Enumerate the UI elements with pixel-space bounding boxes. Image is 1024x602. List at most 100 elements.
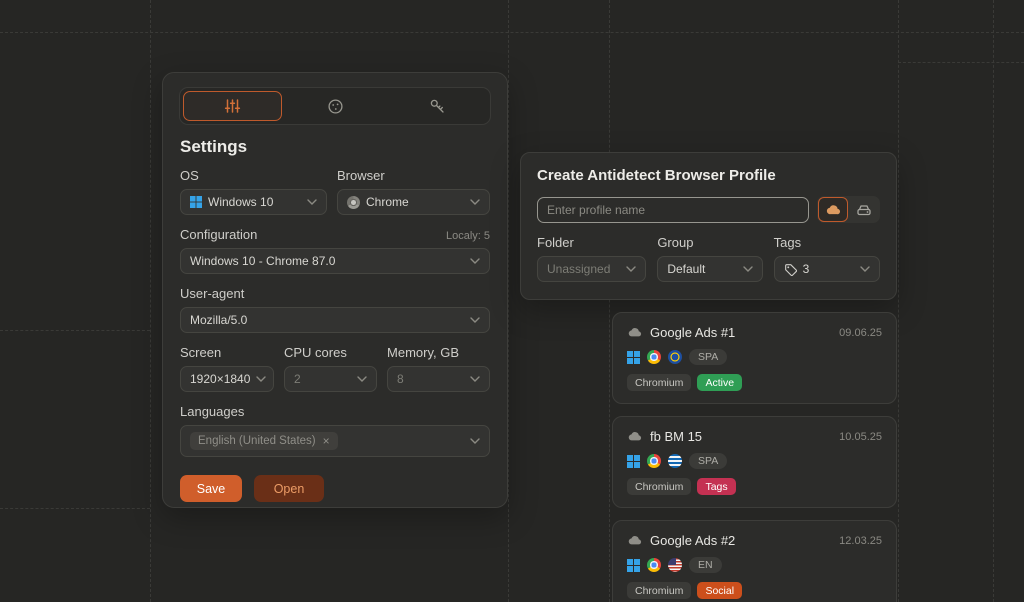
profiles-list: Google Ads #1 09.06.25 SPA ChromiumActiv…: [612, 312, 897, 602]
profile-badges: Chromium Active: [627, 374, 882, 391]
flag-icon: [668, 454, 682, 468]
profile-badges: Chromium Tags: [627, 478, 882, 495]
windows-icon: [627, 351, 640, 364]
tab-fingerprint-key[interactable]: [388, 91, 487, 121]
settings-tabbar: [179, 87, 491, 125]
folder-select[interactable]: Unassigned: [537, 256, 646, 282]
status-badge: Chromium: [627, 478, 691, 495]
settings-panel: Settings OS Windows 10: [162, 72, 508, 508]
windows-icon: [190, 196, 202, 208]
languages-select[interactable]: English (United States) ×: [180, 425, 490, 457]
chevron-down-icon: [860, 266, 870, 272]
language-badge: EN: [689, 557, 722, 573]
key-icon: [429, 98, 446, 115]
chevron-down-icon: [743, 266, 753, 272]
chevron-down-icon: [626, 266, 636, 272]
grid-line: [508, 0, 509, 602]
chevron-down-icon: [357, 376, 367, 382]
configuration-value: Windows 10 - Chrome 87.0: [190, 254, 335, 268]
tags-value: 3: [803, 262, 810, 276]
chevron-down-icon: [256, 376, 266, 382]
profile-card[interactable]: Google Ads #2 12.03.25 EN ChromiumSocial: [612, 520, 897, 602]
create-profile-panel: Create Antidetect Browser Profile: [520, 152, 897, 300]
chevron-down-icon: [470, 258, 480, 264]
language-chip[interactable]: English (United States) ×: [190, 432, 338, 450]
remove-language-icon[interactable]: ×: [323, 435, 330, 447]
cloud-icon: [825, 204, 841, 216]
local-storage-button[interactable]: [849, 197, 879, 222]
profile-card[interactable]: Google Ads #1 09.06.25 SPA ChromiumActiv…: [612, 312, 897, 404]
language-badge: SPA: [689, 349, 727, 365]
configuration-local-count: Localy: 5: [446, 230, 490, 242]
user-agent-value: Mozilla/5.0: [190, 313, 247, 327]
group-value: Default: [667, 262, 705, 276]
desktop-background: Settings OS Windows 10: [0, 0, 1024, 602]
grid-line: [898, 0, 899, 602]
os-select[interactable]: Windows 10: [180, 189, 327, 215]
windows-icon: [627, 455, 640, 468]
configuration-select[interactable]: Windows 10 - Chrome 87.0: [180, 248, 490, 274]
language-badge: SPA: [689, 453, 727, 469]
profile-date: 10.05.25: [839, 431, 882, 443]
browser-label: Browser: [337, 168, 490, 183]
grid-line: [0, 330, 150, 331]
chevron-down-icon: [470, 199, 480, 205]
status-badge: Chromium: [627, 582, 691, 599]
tags-select[interactable]: 3: [774, 256, 880, 282]
tab-general-settings[interactable]: [183, 91, 282, 121]
user-agent-select[interactable]: Mozilla/5.0: [180, 307, 490, 333]
cloud-icon: [627, 535, 642, 546]
grid-line: [0, 32, 1024, 33]
user-agent-label: User-agent: [180, 286, 244, 301]
storage-toggle: [817, 196, 880, 223]
grid-line: [0, 508, 150, 509]
cloud-icon: [627, 327, 642, 338]
create-profile-title: Create Antidetect Browser Profile: [537, 167, 880, 184]
grid-line: [150, 0, 151, 602]
cloud-icon: [627, 431, 642, 442]
local-storage-icon: [856, 203, 872, 217]
browser-value: Chrome: [366, 195, 409, 209]
chrome-icon: [647, 454, 661, 468]
memory-select[interactable]: 8: [387, 366, 490, 392]
status-badge: Active: [697, 374, 742, 391]
tag-icon: [784, 263, 797, 276]
status-badge: Social: [697, 582, 742, 599]
tab-cookies[interactable]: [286, 91, 385, 121]
profile-name-input[interactable]: [537, 197, 809, 223]
grid-line: [993, 0, 994, 602]
sliders-icon: [224, 98, 241, 114]
chevron-down-icon: [470, 376, 480, 382]
folder-label: Folder: [537, 235, 646, 250]
profile-card[interactable]: fb BM 15 10.05.25 SPA ChromiumTags: [612, 416, 897, 508]
flag-icon: [668, 350, 682, 364]
language-chip-label: English (United States): [198, 435, 316, 447]
tags-label: Tags: [774, 235, 880, 250]
cookie-icon: [327, 98, 344, 115]
chevron-down-icon: [470, 317, 480, 323]
grid-line: [609, 0, 610, 602]
screen-select[interactable]: 1920×1840: [180, 366, 274, 392]
profile-name: Google Ads #1: [650, 325, 735, 340]
windows-icon: [627, 559, 640, 572]
os-label: OS: [180, 168, 327, 183]
profile-badges: Chromium Social: [627, 582, 882, 599]
cpu-cores-select[interactable]: 2: [284, 366, 377, 392]
open-button[interactable]: Open: [254, 475, 324, 502]
group-select[interactable]: Default: [657, 256, 762, 282]
languages-label: Languages: [180, 404, 244, 419]
group-label: Group: [657, 235, 762, 250]
chevron-down-icon: [307, 199, 317, 205]
profile-name: Google Ads #2: [650, 533, 735, 548]
status-badge: Tags: [697, 478, 735, 495]
chrome-icon: [647, 558, 661, 572]
browser-select[interactable]: Chrome: [337, 189, 490, 215]
cloud-storage-button[interactable]: [818, 197, 848, 222]
save-button[interactable]: Save: [180, 475, 242, 502]
screen-label: Screen: [180, 345, 274, 360]
chevron-down-icon: [470, 438, 480, 444]
configuration-label: Configuration: [180, 227, 257, 242]
status-badge: Chromium: [627, 374, 691, 391]
chrome-icon: [347, 196, 360, 209]
screen-value: 1920×1840: [190, 372, 250, 386]
